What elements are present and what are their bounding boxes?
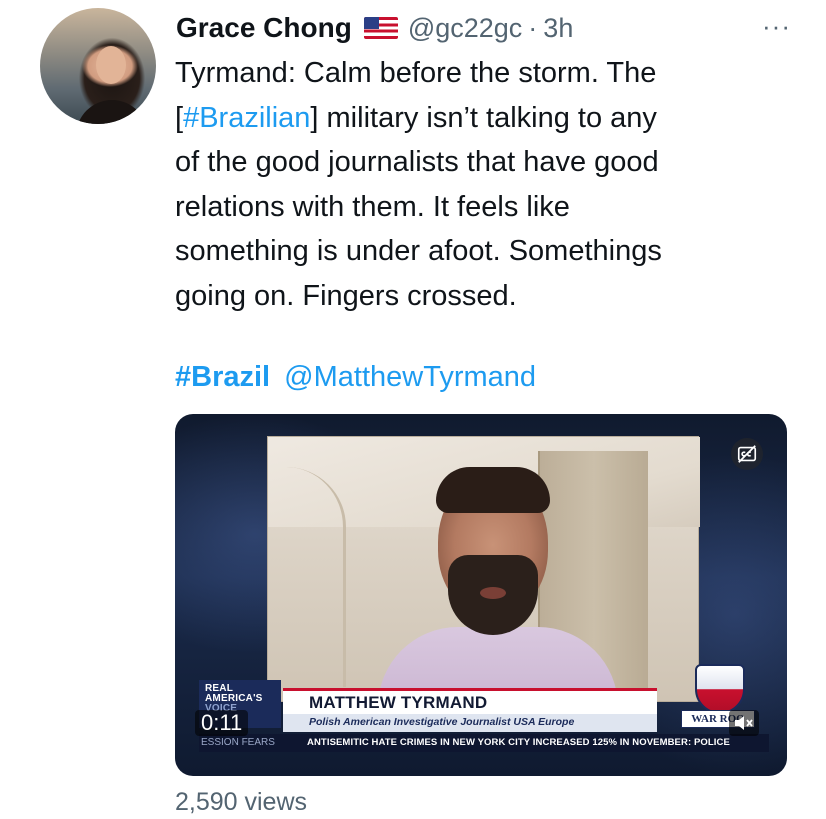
person-hair: [436, 467, 550, 513]
tweet-header: Grace Chong @gc22gc · 3h: [176, 10, 573, 46]
avatar-face: [96, 46, 126, 84]
tweet-text: Tyrmand: Calm before the storm. The [#Br…: [175, 51, 785, 318]
closed-captions-off-icon[interactable]: [731, 438, 763, 470]
tweet-line: something is under afoot. Somethings: [175, 235, 662, 267]
more-options-icon[interactable]: ···: [762, 13, 791, 39]
guest-name-bar: MATTHEW TYRMAND: [283, 688, 657, 714]
ticker-left: ESSION FEARS: [201, 737, 275, 748]
ticker-text: ANTISEMITIC HATE CRIMES IN NEW YORK CITY…: [307, 737, 730, 748]
tweet-line: relations with them. It feels like: [175, 190, 570, 223]
tweet: Grace Chong @gc22gc · 3h ··· Tyrmand: Ca…: [0, 0, 826, 819]
mention-link[interactable]: @MatthewTyrmand: [284, 361, 536, 393]
hashtag-brazil-link[interactable]: #Brazil: [175, 361, 270, 393]
tweet-line: of the good journalists that have good: [175, 146, 659, 178]
tweet-line: Tyrmand: Calm before the storm. The: [175, 57, 657, 89]
tweet-line: going on. Fingers crossed.: [175, 279, 517, 312]
guest-name: MATTHEW TYRMAND: [309, 693, 488, 712]
broadcast-lower-third: REAL AMERICA'S VOICE MATTHEW TYRMAND Pol…: [199, 664, 769, 756]
guest-subtitle: Polish American Investigative Journalist…: [309, 716, 575, 728]
timestamp[interactable]: 3h: [543, 13, 573, 44]
guest-subtitle-bar: Polish American Investigative Journalist…: [283, 714, 657, 732]
muted-speaker-icon[interactable]: [729, 710, 759, 736]
separator-dot: ·: [528, 12, 538, 43]
display-name[interactable]: Grace Chong: [176, 12, 352, 44]
eagle-shield-icon: [695, 664, 745, 714]
video-frame: [267, 436, 700, 707]
news-ticker: ESSION FEARS ANTISEMITIC HATE CRIMES IN …: [199, 734, 769, 752]
video-player[interactable]: REAL AMERICA'S VOICE MATTHEW TYRMAND Pol…: [175, 414, 787, 776]
tweet-tags: #Brazil @MatthewTyrmand: [175, 357, 536, 397]
us-flag-icon: [363, 17, 398, 39]
hashtag-brazilian-link[interactable]: #Brazilian: [183, 102, 310, 134]
video-elapsed-time: 0:11: [195, 710, 249, 736]
avatar[interactable]: [40, 8, 156, 124]
user-handle[interactable]: @gc22gc: [408, 13, 522, 44]
view-count: 2,590 views: [175, 788, 308, 816]
avatar-shoulder: [76, 100, 148, 124]
person-mouth: [480, 587, 506, 599]
tweet-line: [#Brazilian] military isn’t talking to a…: [175, 101, 657, 134]
